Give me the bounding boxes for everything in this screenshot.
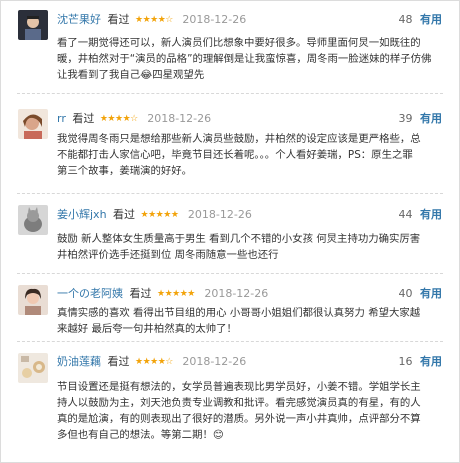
review-text: 我觉得周冬雨只是想给那些新人演员些鼓励，井柏然的设定应该是更严格些，总 不能都打… [57,131,447,179]
review-text-line: 不能都打击人家信心吧，毕竟节目还长着呢。。。个人看好姜瑞，PS：原生之罪 [57,149,413,161]
review-date: 2018-12-26 [182,355,247,368]
divider [17,341,443,342]
review-meta: 奶油莲藕 看过 ★★★★☆ 2018-12-26 [57,353,246,371]
review-item: 姜小辉jxh 看过 ★★★★★ 2018-12-26 44 有用 鼓励 新人整体… [1,197,459,271]
avatar-image [18,10,48,40]
useful-button[interactable]: 有用 [420,112,442,125]
useful-button[interactable]: 有用 [420,208,442,221]
review-date: 2018-12-26 [147,112,212,125]
useful-button[interactable]: 有用 [420,355,442,368]
rating-stars: ★★★★☆ [135,15,173,25]
watched-label: 看过 [129,287,152,300]
avatar-image [18,353,48,383]
avatar[interactable] [18,353,48,383]
watched-label: 看过 [72,112,95,125]
divider [17,193,443,194]
review-meta: rr 看过 ★★★★☆ 2018-12-26 [57,110,211,128]
review-item: 沈芒果好 看过 ★★★★☆ 2018-12-26 48 有用 看了一期觉得还可以… [1,1,459,93]
review-item: 一个の老阿姨 看过 ★★★★★ 2018-12-26 40 有用 真情实感的喜欢… [1,277,459,347]
reviewer-name-link[interactable]: 沈芒果好 [57,13,101,26]
reviewer-name-link[interactable]: rr [57,112,66,125]
avatar[interactable] [18,10,48,40]
vote-area: 40 有用 [399,285,443,303]
reviewer-name-link[interactable]: 一个の老阿姨 [57,287,123,300]
rating-stars: ★★★★☆ [99,114,138,124]
review-date: 2018-12-26 [182,13,247,26]
review-text-line: 井柏然评价选手还挺到位 周冬雨随意一些也还行 [57,249,279,261]
avatar-image [18,205,48,235]
review-text: 节目设置还是挺有想法的，女学员普遍表现比男学员好，小姜不错。学姐学长主 持人以鼓… [57,379,447,443]
useful-count: 39 [398,112,413,125]
review-meta: 一个の老阿姨 看过 ★★★★★ 2018-12-26 [57,285,268,303]
useful-button[interactable]: 有用 [420,13,442,26]
reviewer-name-link[interactable]: 姜小辉jxh [57,208,107,221]
avatar[interactable] [18,205,48,235]
divider [17,93,443,94]
review-text-line: 节目设置还是挺有想法的，女学员普遍表现比男学员好，小姜不错。学姐学长主 [57,381,421,393]
reviewer-name-link[interactable]: 奶油莲藕 [57,355,101,368]
rating-stars: ★★★★★ [157,289,195,299]
review-text: 看了一期觉得还可以，新人演员们比想象中要好很多。导师里面何炅一如既往的 暖，井柏… [57,35,447,83]
useful-count: 48 [398,13,413,26]
review-text: 真情实感的喜欢 看得出节目组的用心 小哥哥小姐姐们都很认真努力 希望大家越 来越… [57,305,447,337]
useful-button[interactable]: 有用 [420,287,442,300]
review-text-line: 我觉得周冬雨只是想给那些新人演员些鼓励，井柏然的设定应该是更严格些，总 [57,133,421,145]
review-list: 沈芒果好 看过 ★★★★☆ 2018-12-26 48 有用 看了一期觉得还可以… [0,0,460,463]
review-meta: 沈芒果好 看过 ★★★★☆ 2018-12-26 [57,11,246,29]
rating-stars: ★★★★★ [140,210,179,220]
useful-count: 44 [398,208,413,221]
watched-label: 看过 [107,355,130,368]
review-text-line: 真的是尬演，有的则表现出了很好的潜质。另外说一声小井真帅，点评部分不算 [57,413,421,425]
watched-label: 看过 [113,208,136,221]
avatar-image [18,285,48,315]
review-text-line: 来越好 最后夸一句井柏然真的太帅了！ [57,323,237,335]
review-text-line: 真情实感的喜欢 看得出节目组的用心 小哥哥小姐姐们都很认真努力 希望大家越 [57,307,421,319]
review-date: 2018-12-26 [204,287,269,300]
review-text-line: 暖，井柏然对于“演员的品格”的理解倒是让我蛮惊喜，周冬雨一脸迷妹的样子仿佛 [57,53,432,65]
review-date: 2018-12-26 [187,208,252,221]
useful-count: 16 [398,355,413,368]
review-text-line: 让我看到了我自己😂四星观望先 [57,69,205,81]
useful-count: 40 [398,287,413,300]
avatar-image [18,109,48,139]
watched-label: 看过 [107,13,130,26]
review-item: 奶油莲藕 看过 ★★★★☆ 2018-12-26 16 有用 节目设置还是挺有想… [1,345,459,461]
review-meta: 姜小辉jxh 看过 ★★★★★ 2018-12-26 [57,206,252,224]
review-text-line: 多但也有自己的想法。等第二期！😊 [57,429,224,441]
vote-area: 16 有用 [399,353,443,371]
rating-stars: ★★★★☆ [135,357,173,367]
review-item: rr 看过 ★★★★☆ 2018-12-26 39 有用 我觉得周冬雨只是想给那… [1,101,459,193]
review-text-line: 持人以鼓励为主，刘天池负责专业调教和批评。看完感觉演员真的有星，有的人 [57,397,421,409]
review-text-line: 第三个故事，姜瑞演的好好。 [57,165,193,177]
review-text: 鼓励 新人整体女生质量高于男生 看到几个不错的小女孩 何炅主持功力确实厉害 井柏… [57,231,447,263]
vote-area: 48 有用 [399,11,443,29]
review-text-line: 看了一期觉得还可以，新人演员们比想象中要好很多。导师里面何炅一如既往的 [57,37,421,49]
avatar[interactable] [18,109,48,139]
vote-area: 44 有用 [399,206,443,224]
vote-area: 39 有用 [399,110,443,128]
divider [17,273,443,274]
avatar[interactable] [18,285,48,315]
review-text-line: 鼓励 新人整体女生质量高于男生 看到几个不错的小女孩 何炅主持功力确实厉害 [57,233,421,245]
